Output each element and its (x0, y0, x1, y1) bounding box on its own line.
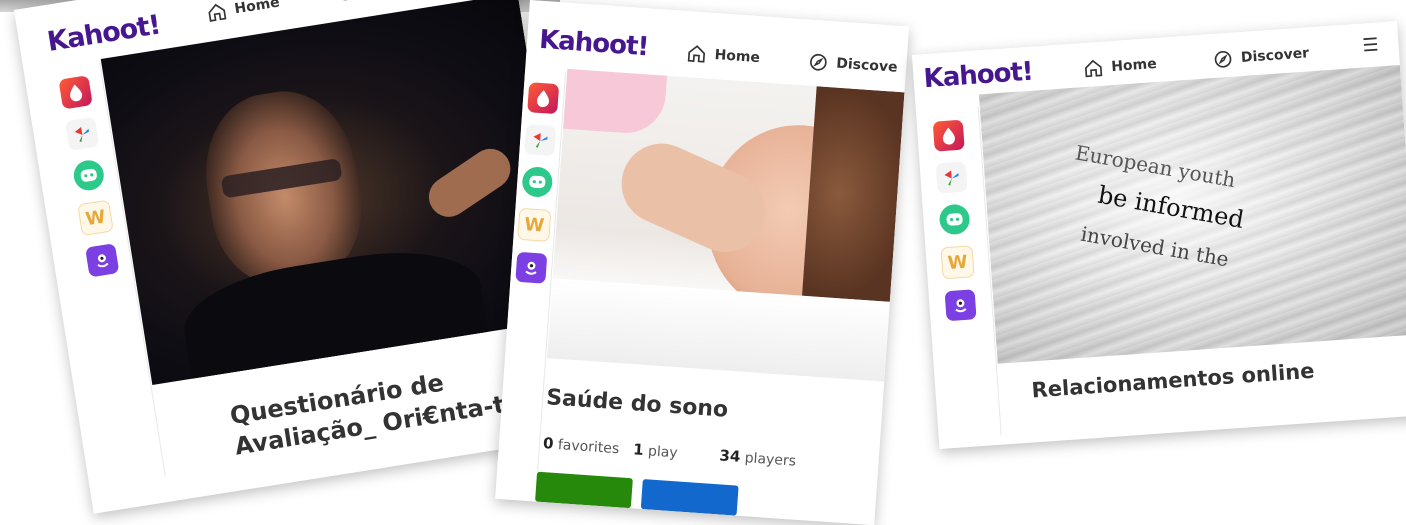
kahoot-title[interactable]: Questionário de Avaliação_ Ori€nta-te_ (228, 354, 535, 463)
kahoot-logo[interactable]: Kahoot! (45, 10, 162, 58)
nav-home[interactable]: Home (686, 43, 761, 68)
kahoot-stats: 0 favorites 1 play 34 players (543, 434, 797, 470)
black-shirt (177, 237, 493, 385)
chat-robot-app-icon[interactable] (71, 158, 106, 193)
kahoot-card-2: Kahoot! Home Discove W Saúde do sono 0 f… (495, 0, 910, 525)
nav-discover-label: Discover (1240, 45, 1310, 67)
wordpower-app-icon[interactable]: W (517, 207, 552, 242)
plays-stat: 1 play (633, 440, 679, 461)
chat-robot-app-icon[interactable] (938, 203, 971, 236)
monster-app-icon[interactable] (85, 243, 120, 278)
nav-home-label: Home (1110, 55, 1158, 76)
compass-icon (810, 53, 827, 71)
kahoot-cover-image: European youth be informed involved in t… (978, 64, 1406, 364)
drops-app-icon[interactable] (527, 82, 560, 115)
pyramid-app-icon[interactable] (935, 161, 968, 194)
monster-app-icon[interactable] (944, 289, 977, 322)
kahoot-card-3: Kahoot! Home Discover ☰ W European youth… (912, 21, 1406, 450)
nav-home[interactable]: Home (1083, 54, 1158, 79)
nav-home-label: Home (714, 47, 761, 67)
nav-discover-label: Discove (835, 55, 899, 76)
nav-discover[interactable]: Discover (334, 0, 432, 3)
monster-app-icon[interactable] (515, 251, 548, 284)
favorites-label: favorites (557, 437, 620, 458)
nav-discover[interactable]: Discove (808, 52, 898, 78)
nav-home[interactable]: Home (205, 0, 281, 24)
menu-icon[interactable]: ☰ (1362, 34, 1380, 56)
compass-icon (1214, 50, 1232, 68)
players-stat: 34 players (719, 446, 797, 469)
wordpower-app-icon[interactable]: W (77, 199, 114, 237)
drops-app-icon[interactable] (58, 75, 93, 110)
nav-discover[interactable]: Discover (1212, 43, 1310, 70)
play-button[interactable] (535, 471, 633, 509)
pyramid-app-icon[interactable] (524, 124, 557, 157)
kahoot-title[interactable]: Relacionamentos online (1031, 358, 1316, 405)
kahoot-cover-image (547, 68, 905, 382)
kahoot-logo[interactable]: Kahoot! (923, 57, 1034, 95)
assign-button[interactable] (640, 479, 739, 516)
players-label: players (744, 450, 797, 470)
chat-robot-app-icon[interactable] (521, 165, 554, 198)
pointing-hand (421, 141, 519, 225)
home-icon (1084, 59, 1103, 78)
plays-count: 1 (632, 440, 645, 459)
pink-pajama-sleeve (563, 68, 668, 136)
favorites-count: 0 (542, 434, 555, 453)
home-icon (208, 3, 227, 22)
plays-label: play (647, 443, 679, 462)
kahoot-logo[interactable]: Kahoot! (538, 25, 649, 63)
kahoot-cover-image (100, 0, 570, 385)
favorites-stat: 0 favorites (543, 434, 620, 457)
hair (802, 86, 905, 303)
pyramid-app-icon[interactable] (65, 116, 100, 152)
kahoot-title[interactable]: Saúde do sono (545, 384, 729, 425)
players-count: 34 (718, 446, 741, 466)
nav-home-label: Home (233, 0, 281, 18)
compass-icon (336, 0, 354, 1)
drops-app-icon[interactable] (932, 119, 965, 152)
wordpower-app-icon[interactable]: W (940, 245, 975, 280)
home-icon (687, 45, 706, 63)
